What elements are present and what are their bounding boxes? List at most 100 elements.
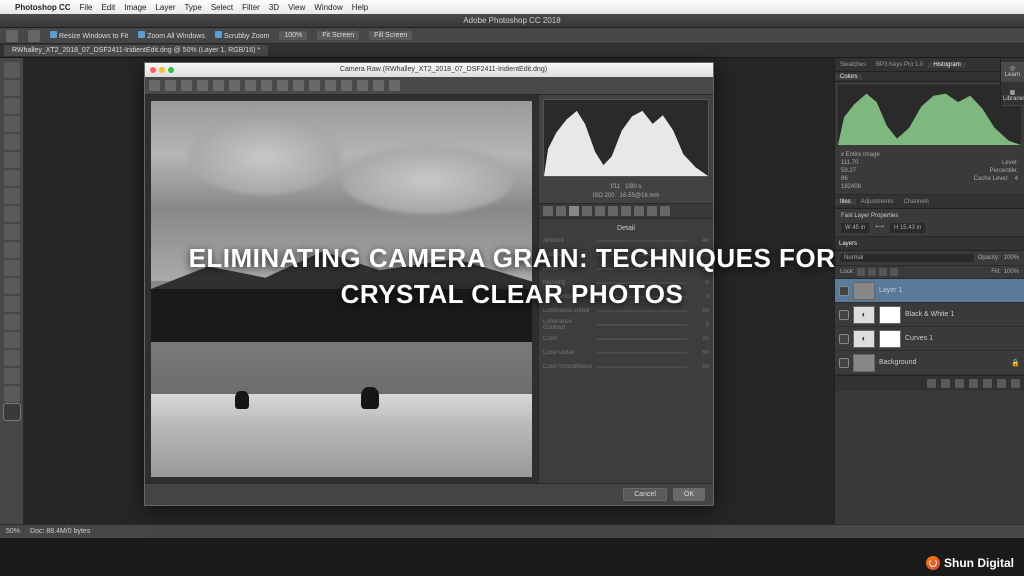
opacity-field[interactable]: 100% [1004, 255, 1019, 261]
layer-mask-thumb[interactable] [879, 330, 901, 348]
crop-tool-icon[interactable] [4, 134, 20, 150]
home-icon[interactable] [6, 30, 18, 42]
heal-tool-icon[interactable] [4, 170, 20, 186]
cancel-button[interactable]: Cancel [623, 488, 667, 501]
slider-value[interactable]: 0 [691, 322, 709, 328]
acr-histogram[interactable] [543, 99, 709, 177]
visibility-icon[interactable] [839, 334, 849, 344]
menu-select[interactable]: Select [211, 3, 233, 12]
visibility-icon[interactable] [839, 358, 849, 368]
acr-cal-tab-icon[interactable] [634, 206, 644, 216]
link-layers-icon[interactable] [927, 379, 936, 388]
acr-snap-tab-icon[interactable] [660, 206, 670, 216]
libraries-panel-tab[interactable]: ▦Libraries [1001, 86, 1024, 106]
menu-window[interactable]: Window [314, 3, 342, 12]
type-tool-icon[interactable] [4, 332, 20, 348]
document-tab[interactable]: RWhalley_XT2_2018_07_DSF2411-IridientEdi… [4, 45, 268, 56]
menu-3d[interactable]: 3D [269, 3, 279, 12]
acr-gradient-icon[interactable] [325, 80, 336, 91]
adj-layer-icon[interactable] [969, 379, 978, 388]
acr-target-adjust-icon[interactable] [213, 80, 224, 91]
slider-value[interactable]: 25 [691, 336, 709, 342]
learn-panel-tab[interactable]: ◎Learn [1001, 62, 1024, 82]
group-icon[interactable] [983, 379, 992, 388]
lasso-tool-icon[interactable] [4, 98, 20, 114]
quick-select-tool-icon[interactable] [4, 116, 20, 132]
opt-fill[interactable]: Fill Screen [369, 31, 412, 40]
acr-crop-icon[interactable] [229, 80, 240, 91]
slider-track[interactable] [597, 338, 687, 340]
acr-basic-tab-icon[interactable] [543, 206, 553, 216]
tab-histogram[interactable]: Histogram [928, 62, 965, 68]
layer-row[interactable]: Background🔒 [835, 351, 1024, 375]
eraser-tool-icon[interactable] [4, 242, 20, 258]
mask-icon[interactable] [955, 379, 964, 388]
doc-size[interactable]: Doc: 88.4M/0 bytes [30, 528, 90, 535]
acr-straighten-icon[interactable] [245, 80, 256, 91]
acr-fx-tab-icon[interactable] [621, 206, 631, 216]
acr-spot-icon[interactable] [277, 80, 288, 91]
menu-filter[interactable]: Filter [242, 3, 260, 12]
acr-wb-icon[interactable] [181, 80, 192, 91]
acr-color-sampler-icon[interactable] [197, 80, 208, 91]
zoom-tool-icon[interactable] [28, 30, 40, 42]
acr-transform-icon[interactable] [261, 80, 272, 91]
acr-hsl-tab-icon[interactable] [582, 206, 592, 216]
layer-row[interactable]: ◐Curves 1 [835, 327, 1024, 351]
acr-zoom-icon[interactable] [149, 80, 160, 91]
opt-100[interactable]: 100% [279, 31, 307, 40]
path-tool-icon[interactable] [4, 350, 20, 366]
opt-resize[interactable]: Resize Windows to Fit [50, 31, 128, 40]
history-brush-tool-icon[interactable] [4, 224, 20, 240]
layer-thumb[interactable] [853, 354, 875, 372]
tab-channels[interactable]: Channels [899, 199, 934, 205]
acr-detail-tab-icon[interactable] [569, 206, 579, 216]
slider-track[interactable] [597, 366, 687, 368]
tab-swatches[interactable]: Swatches [835, 62, 871, 68]
acr-rotate-ccw-icon[interactable] [373, 80, 384, 91]
tab-adjustments[interactable]: Adjustments [856, 199, 899, 205]
pen-tool-icon[interactable] [4, 314, 20, 330]
close-icon[interactable] [150, 67, 156, 73]
shape-tool-icon[interactable] [4, 368, 20, 384]
minimize-icon[interactable] [159, 67, 165, 73]
acr-preset-tab-icon[interactable] [647, 206, 657, 216]
new-layer-icon[interactable] [997, 379, 1006, 388]
menu-help[interactable]: Help [352, 3, 368, 12]
hand-tool-icon[interactable] [4, 386, 20, 402]
trash-icon[interactable] [1011, 379, 1020, 388]
menu-file[interactable]: File [80, 3, 93, 12]
ps-histogram[interactable] [838, 85, 1021, 145]
slider-track[interactable] [597, 324, 687, 326]
menu-layer[interactable]: Layer [155, 3, 175, 12]
acr-hand-icon[interactable] [165, 80, 176, 91]
menu-view[interactable]: View [288, 3, 305, 12]
tab-colors[interactable]: Colors [835, 74, 862, 80]
slider-track[interactable] [597, 352, 687, 354]
marquee-tool-icon[interactable] [4, 80, 20, 96]
menu-edit[interactable]: Edit [101, 3, 115, 12]
acr-rotate-cw-icon[interactable] [389, 80, 400, 91]
brush-tool-icon[interactable] [4, 188, 20, 204]
fill-field[interactable]: 100% [1004, 269, 1019, 275]
acr-brush-icon[interactable] [309, 80, 320, 91]
fx-icon[interactable] [941, 379, 950, 388]
opt-zoomall[interactable]: Zoom All Windows [138, 31, 205, 40]
ok-button[interactable]: OK [673, 488, 705, 501]
opt-fit[interactable]: Fit Screen [317, 31, 359, 40]
acr-radial-icon[interactable] [341, 80, 352, 91]
menu-image[interactable]: Image [124, 3, 146, 12]
eyedrop-tool-icon[interactable] [4, 152, 20, 168]
acr-split-tab-icon[interactable] [595, 206, 605, 216]
zoom-level[interactable]: 50% [6, 528, 20, 535]
acr-lens-tab-icon[interactable] [608, 206, 618, 216]
acr-prefs-icon[interactable] [357, 80, 368, 91]
app-menu[interactable]: Photoshop CC [15, 3, 71, 12]
stamp-tool-icon[interactable] [4, 206, 20, 222]
tab-bp3[interactable]: BP3 Keys Pro 1.0 [871, 62, 928, 68]
dodge-tool-icon[interactable] [4, 296, 20, 312]
slider-value[interactable]: 50 [691, 364, 709, 370]
acr-curve-tab-icon[interactable] [556, 206, 566, 216]
opt-scrubby[interactable]: Scrubby Zoom [215, 31, 270, 40]
zoom-tool-icon[interactable] [4, 404, 20, 420]
